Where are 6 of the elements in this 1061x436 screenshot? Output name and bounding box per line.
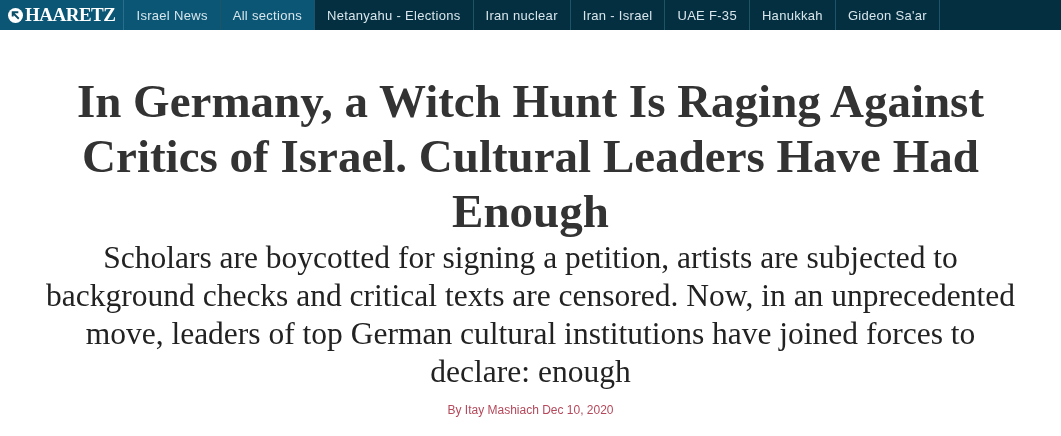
- subheadline: Scholars are boycotted for signing a petition, artists are subjected to background checks and critical texts are censored. Now, in an unprecedented move, leaders of top German cultural institutions have joined forces to declare: enough: [45, 239, 1016, 391]
- byline: By Itay Mashiach Dec 10, 2020: [447, 403, 614, 417]
- nav-link[interactable]: All sections: [220, 0, 316, 30]
- nav-link[interactable]: Israel News: [124, 0, 221, 30]
- headline: In Germany, a Witch Hunt Is Raging Against Critics of Israel. Cultural Leaders Have Had Enough: [75, 74, 986, 239]
- logo-icon: [8, 7, 23, 23]
